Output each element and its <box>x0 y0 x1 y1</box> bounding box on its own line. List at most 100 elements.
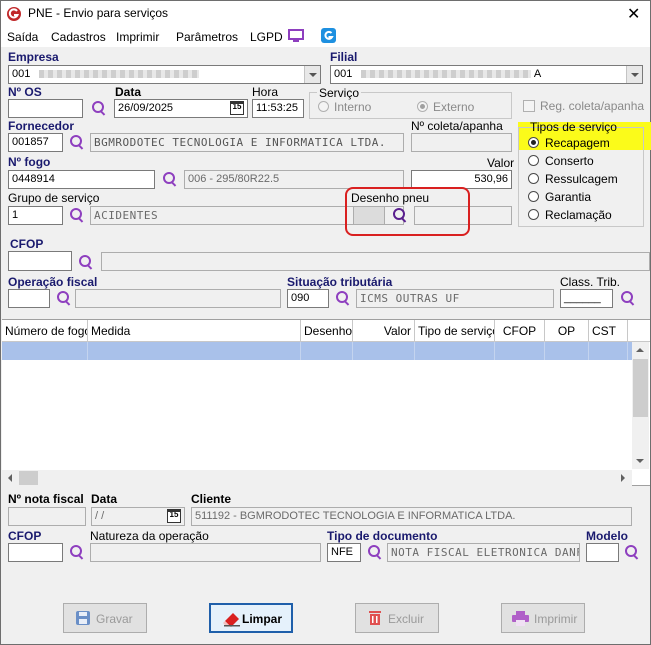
cfop-input[interactable] <box>8 251 72 271</box>
fogo-input[interactable]: 0448914 <box>8 170 155 189</box>
column-header-cst[interactable]: CST <box>589 320 628 342</box>
monitor-icon[interactable] <box>288 29 304 43</box>
column-header-desenho[interactable]: Desenho <box>301 320 353 342</box>
tipo-documento-code-input[interactable]: NFE <box>327 543 361 562</box>
search-icon[interactable] <box>367 544 383 560</box>
tipo-conserto-radio[interactable] <box>528 155 539 166</box>
scrollbar-thumb[interactable] <box>633 359 648 417</box>
empresa-select[interactable]: 001 <box>8 65 321 84</box>
eraser-icon <box>223 613 240 627</box>
filial-label: Filial <box>330 50 358 64</box>
chevron-down-icon[interactable] <box>626 66 642 83</box>
tipo-reclamacao-radio[interactable] <box>528 209 539 220</box>
column-header-op[interactable]: OP <box>545 320 589 342</box>
scrollbar-thumb[interactable] <box>19 471 38 485</box>
column-header-valor[interactable]: Valor <box>353 320 415 342</box>
nota-fiscal-field <box>8 507 86 526</box>
search-icon[interactable] <box>69 207 85 223</box>
cfop2-input[interactable] <box>8 543 63 562</box>
class-trib-input[interactable]: ______ <box>560 289 613 308</box>
column-header-cfop[interactable]: CFOP <box>495 320 545 342</box>
imprimir-button[interactable]: Imprimir <box>501 603 585 633</box>
os-input[interactable] <box>8 99 83 118</box>
os-label: Nº OS <box>8 85 42 99</box>
table-cell <box>88 342 301 360</box>
search-icon[interactable] <box>69 544 85 560</box>
app-badge-icon[interactable] <box>321 28 336 43</box>
limpar-button[interactable]: Limpar <box>209 603 293 633</box>
table-cell <box>495 342 545 360</box>
situacao-tributaria-name-field: ICMS OUTRAS UF <box>356 289 554 308</box>
calendar-icon[interactable]: 15 <box>167 509 181 523</box>
natureza-field <box>90 543 321 562</box>
close-icon[interactable]: ✕ <box>627 4 640 23</box>
tipo-ressulcagem-radio[interactable] <box>528 173 539 184</box>
menu-saida[interactable]: Saída <box>7 30 38 44</box>
save-icon <box>76 611 90 625</box>
scroll-up-icon[interactable] <box>636 348 644 352</box>
hora-label: Hora <box>252 85 279 99</box>
scroll-left-icon[interactable] <box>8 474 12 482</box>
operacao-fiscal-desc-field <box>75 289 281 308</box>
annotation-highlight-box <box>345 187 470 236</box>
column-header-medida[interactable]: Medida <box>88 320 301 342</box>
table-cell <box>589 342 628 360</box>
fornecedor-code-input[interactable]: 001857 <box>8 133 63 152</box>
operacao-fiscal-input[interactable] <box>8 289 50 308</box>
gravar-button[interactable]: Gravar <box>63 603 147 633</box>
filial-value: 001 <box>334 68 353 80</box>
fornecedor-label: Fornecedor <box>8 119 75 133</box>
horizontal-scrollbar[interactable] <box>2 470 632 486</box>
column-header-numero-fogo[interactable]: Número de fogo <box>2 320 88 342</box>
grupo-servico-code-input[interactable]: 1 <box>8 206 63 225</box>
filial-select[interactable]: 001 A <box>330 65 643 84</box>
n-coleta-field <box>411 133 512 152</box>
data-label: Data <box>115 85 142 99</box>
excluir-button[interactable]: Excluir <box>355 603 439 633</box>
search-icon[interactable] <box>69 134 85 150</box>
filial-suffix: A <box>533 68 542 80</box>
cliente-label: Cliente <box>191 492 232 506</box>
menu-cadastros[interactable]: Cadastros <box>51 30 106 44</box>
tipo-reclamacao-label: Reclamação <box>545 208 612 222</box>
redacted-text <box>361 70 532 79</box>
search-icon[interactable] <box>620 290 636 306</box>
search-icon[interactable] <box>91 100 107 116</box>
column-header-tipo-servico[interactable]: Tipo de serviço <box>415 320 495 342</box>
search-icon[interactable] <box>78 254 94 270</box>
operacao-fiscal-label: Operação fiscal <box>8 275 98 289</box>
cliente-field: 511192 - BGMRODOTEC TECNOLOGIA E INFORMA… <box>191 507 632 526</box>
chevron-down-icon[interactable] <box>304 66 320 83</box>
menu-imprimir[interactable]: Imprimir <box>116 30 159 44</box>
tipo-garantia-radio[interactable] <box>528 191 539 202</box>
printer-icon <box>512 611 529 626</box>
class-trib-label: Class. Trib. <box>560 275 621 289</box>
search-icon[interactable] <box>56 290 72 306</box>
data-input[interactable]: 26/09/2025 <box>114 99 248 118</box>
calendar-icon[interactable]: 15 <box>230 101 244 115</box>
hora-input[interactable]: 11:53:25 <box>252 99 304 118</box>
situacao-tributaria-code-input[interactable]: 090 <box>287 289 329 308</box>
search-icon[interactable] <box>624 544 640 560</box>
table-row[interactable] <box>2 342 632 360</box>
search-icon[interactable] <box>335 290 351 306</box>
vertical-scrollbar[interactable] <box>632 342 649 469</box>
data-nf-value: / / <box>95 510 105 522</box>
search-icon[interactable] <box>162 171 178 187</box>
data-nf-label: Data <box>91 492 118 506</box>
servico-interno-radio[interactable] <box>318 101 329 112</box>
modelo-input[interactable] <box>586 543 619 562</box>
reg-coleta-checkbox[interactable] <box>523 100 535 112</box>
tipo-recapagem-radio[interactable] <box>528 137 539 148</box>
scroll-right-icon[interactable] <box>621 474 625 482</box>
fornecedor-name-field: BGMRODOTEC TECNOLOGIA E INFORMATICA LTDA… <box>90 133 404 152</box>
table-cell <box>2 342 88 360</box>
scroll-down-icon[interactable] <box>636 459 644 463</box>
items-grid[interactable]: Número de fogo Medida Desenho Valor Tipo… <box>2 319 650 486</box>
empresa-value: 001 <box>12 68 31 80</box>
menu-parametros[interactable]: Parâmetros <box>176 30 238 44</box>
servico-externo-radio[interactable] <box>417 101 428 112</box>
menu-lgpd[interactable]: LGPD <box>250 30 283 44</box>
tipo-documento-label: Tipo de documento <box>327 529 438 543</box>
tipos-servico-label: Tipos de serviço <box>530 120 617 134</box>
